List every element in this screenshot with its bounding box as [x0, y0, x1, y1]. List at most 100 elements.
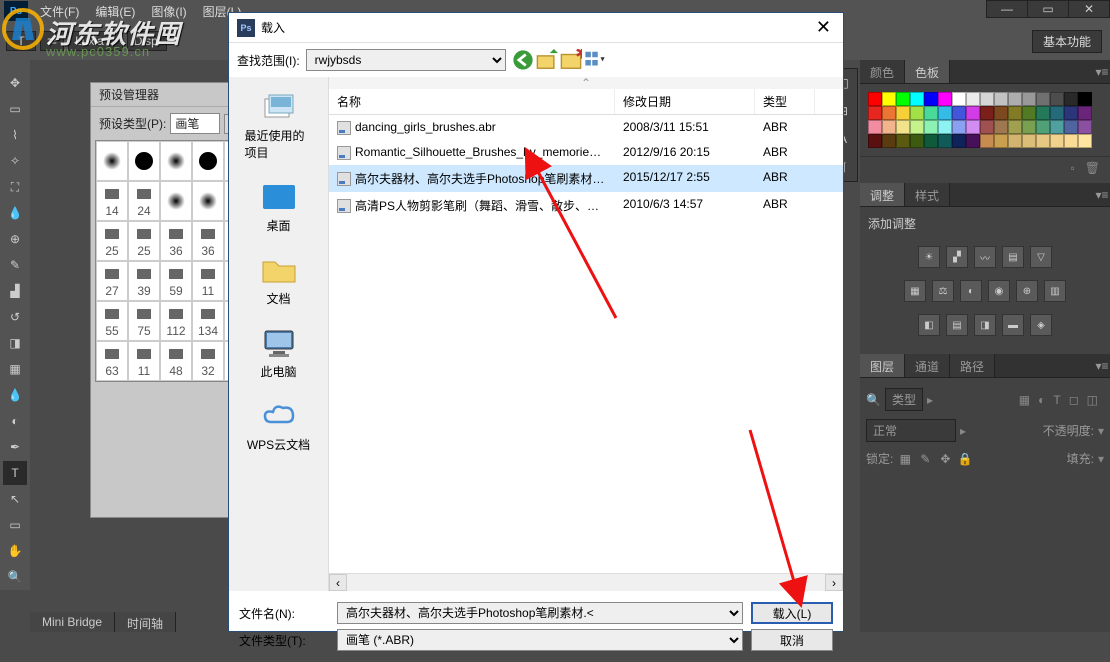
- view-menu-icon[interactable]: [584, 49, 606, 71]
- brush-preset[interactable]: [160, 141, 192, 181]
- menu-item[interactable]: 文件(F): [32, 5, 87, 19]
- brush-preset[interactable]: [96, 141, 128, 181]
- color-swatch[interactable]: [1064, 92, 1078, 106]
- color-swatch[interactable]: [1078, 134, 1092, 148]
- invert-icon[interactable]: ◧: [918, 314, 940, 336]
- pen-tool[interactable]: ✒: [3, 435, 27, 459]
- color-swatch[interactable]: [1022, 134, 1036, 148]
- color-swatch[interactable]: [966, 106, 980, 120]
- tab-swatches[interactable]: 色板: [905, 60, 950, 83]
- filename-field[interactable]: 高尔夫器材、高尔夫选手Photoshop笔刷素材.<: [337, 602, 743, 624]
- brush-preset[interactable]: [160, 181, 192, 221]
- color-swatch[interactable]: [952, 120, 966, 134]
- back-icon[interactable]: [512, 49, 534, 71]
- color-swatch[interactable]: [868, 92, 882, 106]
- balance-icon[interactable]: ⚖: [932, 280, 954, 302]
- color-swatch[interactable]: [1078, 120, 1092, 134]
- filter-type-icon[interactable]: T: [1053, 393, 1060, 407]
- filter-type-dropdown[interactable]: 类型: [885, 388, 923, 411]
- color-swatch[interactable]: [938, 106, 952, 120]
- dialog-close-button[interactable]: ✕: [812, 17, 835, 38]
- color-swatch[interactable]: [924, 92, 938, 106]
- color-swatch[interactable]: [1050, 134, 1064, 148]
- curves-icon[interactable]: 〰: [974, 246, 996, 268]
- filter-adj-icon[interactable]: ◐: [1038, 393, 1045, 407]
- color-swatch[interactable]: [966, 92, 980, 106]
- adj-flyout-icon[interactable]: ▾≡: [1094, 183, 1110, 206]
- lock-all-icon[interactable]: 🔒: [957, 451, 973, 467]
- brush-preset[interactable]: 32: [192, 341, 224, 381]
- brush-preset[interactable]: 55: [96, 301, 128, 341]
- type-tool[interactable]: T: [3, 461, 27, 485]
- shape-tool[interactable]: ▭: [3, 513, 27, 537]
- workspace-button[interactable]: 基本功能: [1032, 30, 1102, 53]
- marquee-tool[interactable]: ▭: [3, 97, 27, 121]
- color-swatch[interactable]: [1008, 106, 1022, 120]
- new-swatch-icon[interactable]: ▫: [1071, 161, 1075, 175]
- tool-preset[interactable]: T: [6, 31, 36, 51]
- path-tool[interactable]: ↖: [3, 487, 27, 511]
- color-swatch[interactable]: [910, 92, 924, 106]
- tab-styles[interactable]: 样式: [905, 183, 950, 206]
- color-swatch[interactable]: [952, 92, 966, 106]
- tab-channels[interactable]: 通道: [905, 354, 950, 377]
- color-swatch[interactable]: [1008, 120, 1022, 134]
- sidebar-item-cloud[interactable]: WPS云文档: [239, 394, 319, 459]
- color-swatch[interactable]: [994, 106, 1008, 120]
- filetype-field[interactable]: 画笔 (*.ABR): [337, 629, 743, 651]
- color-swatch[interactable]: [910, 120, 924, 134]
- lock-position-icon[interactable]: ✥: [937, 451, 953, 467]
- color-swatch[interactable]: [994, 120, 1008, 134]
- brush-tool[interactable]: ✎: [3, 253, 27, 277]
- color-swatch[interactable]: [952, 106, 966, 120]
- display-button[interactable]: Displ: [127, 31, 168, 51]
- color-swatch[interactable]: [1078, 92, 1092, 106]
- color-swatch[interactable]: [1036, 106, 1050, 120]
- scroll-up[interactable]: ⌃: [329, 77, 843, 89]
- color-swatch[interactable]: [980, 92, 994, 106]
- hscroll-left[interactable]: ‹: [329, 574, 347, 591]
- tab-mini-bridge[interactable]: Mini Bridge: [30, 612, 115, 632]
- lookup-dropdown[interactable]: rwjybsds: [306, 49, 506, 71]
- color-swatch[interactable]: [980, 120, 994, 134]
- delete-swatch-icon[interactable]: 🗑: [1085, 161, 1100, 175]
- brush-preset[interactable]: 63: [96, 341, 128, 381]
- blur-tool[interactable]: 💧: [3, 383, 27, 407]
- minimize-button[interactable]: —: [986, 0, 1028, 18]
- sidebar-item-documents[interactable]: 文档: [239, 248, 319, 313]
- column-name[interactable]: 名称: [329, 89, 615, 114]
- color-swatch[interactable]: [868, 106, 882, 120]
- column-date[interactable]: 修改日期: [615, 89, 755, 114]
- sidebar-item-recent[interactable]: 最近使用的项目: [239, 85, 319, 167]
- lookup-icon[interactable]: ▥: [1044, 280, 1066, 302]
- new-folder-icon[interactable]: ✱: [560, 49, 582, 71]
- column-type[interactable]: 类型: [755, 89, 815, 114]
- brush-preset[interactable]: 75: [128, 301, 160, 341]
- brush-preset[interactable]: 36: [160, 221, 192, 261]
- color-swatch[interactable]: [910, 106, 924, 120]
- exposure-icon[interactable]: ▤: [1002, 246, 1024, 268]
- color-swatch[interactable]: [980, 134, 994, 148]
- brush-preset[interactable]: 27: [96, 261, 128, 301]
- brush-preset[interactable]: 39: [128, 261, 160, 301]
- color-swatch[interactable]: [966, 120, 980, 134]
- brightness-icon[interactable]: ☀: [918, 246, 940, 268]
- file-row[interactable]: dancing_girls_brushes.abr2008/3/11 15:51…: [329, 115, 843, 140]
- color-swatch[interactable]: [882, 92, 896, 106]
- file-row[interactable]: 高尔夫器材、高尔夫选手Photoshop笔刷素材.abr2015/12/17 2…: [329, 165, 843, 192]
- tab-layers[interactable]: 图层: [860, 354, 905, 377]
- color-swatch[interactable]: [896, 106, 910, 120]
- color-swatch[interactable]: [868, 134, 882, 148]
- posterize-icon[interactable]: ▤: [946, 314, 968, 336]
- color-swatch[interactable]: [938, 120, 952, 134]
- brush-preset[interactable]: 112: [160, 301, 192, 341]
- sidebar-item-computer[interactable]: 此电脑: [239, 321, 319, 386]
- color-swatch[interactable]: [924, 134, 938, 148]
- wand-tool[interactable]: ✧: [3, 149, 27, 173]
- font-family-dropdown[interactable]: Luxia: [68, 31, 123, 51]
- crop-tool[interactable]: ⛶: [3, 175, 27, 199]
- color-swatch[interactable]: [966, 134, 980, 148]
- color-swatch[interactable]: [1036, 120, 1050, 134]
- color-swatch[interactable]: [882, 134, 896, 148]
- color-swatch[interactable]: [1064, 134, 1078, 148]
